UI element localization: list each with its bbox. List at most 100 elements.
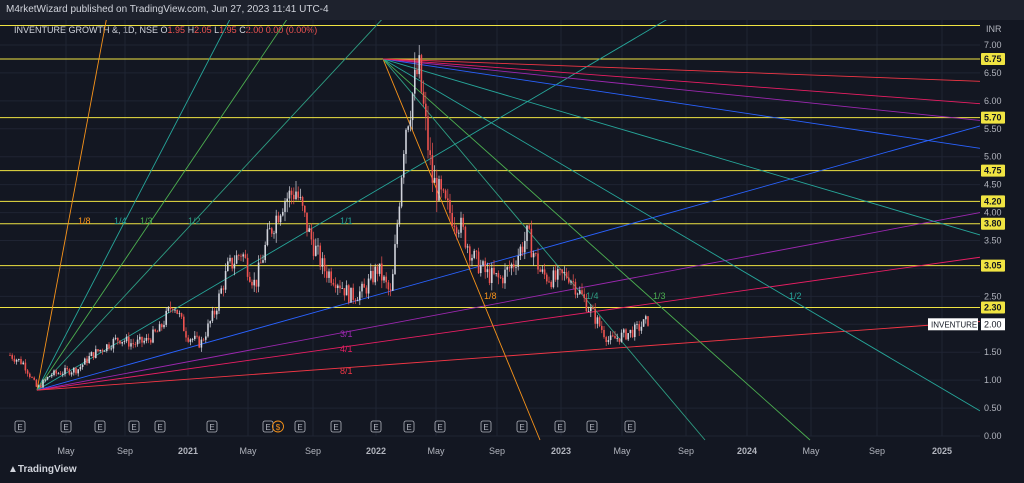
candle-body <box>343 288 346 296</box>
candle-body <box>471 257 473 261</box>
gann-fan-line <box>382 58 706 441</box>
candle-body <box>581 290 583 295</box>
candle-body <box>420 55 423 92</box>
candle-body <box>178 313 181 315</box>
candle-body <box>13 358 16 362</box>
candle-body <box>293 194 295 200</box>
candle-body <box>464 226 467 248</box>
candle-body <box>198 336 200 348</box>
price-chart[interactable]: 1/8 1/4 1/3 1/2 1/1 3/1 4/1 8/1 1/8 1/4 1/3 1/2 INR… <box>0 20 1024 458</box>
candle-body <box>299 197 302 198</box>
candle-body <box>22 362 24 365</box>
candle-body <box>568 277 570 283</box>
candle-body <box>330 271 332 283</box>
candle-body <box>466 246 469 248</box>
gann-fans <box>36 20 981 441</box>
candle-body <box>57 373 60 375</box>
candle-body <box>84 358 86 365</box>
price-tick-label: 1.00 <box>984 375 1002 385</box>
tradingview-logo[interactable]: ▲​ TradingView <box>8 464 77 475</box>
candle-body <box>627 333 629 340</box>
candle-body <box>623 329 625 333</box>
price-tick-label: 7.00 <box>984 40 1002 50</box>
gann-fan-line <box>382 58 981 105</box>
gann-fan-line <box>382 58 981 121</box>
candle-body <box>462 217 464 227</box>
candle-body <box>605 337 607 342</box>
earnings-marker-label: E <box>627 423 632 432</box>
fan-label-upper: 1/4 <box>586 291 599 301</box>
earnings-marker-label: E <box>373 423 378 432</box>
candle-body <box>398 206 401 225</box>
candle-body <box>345 285 348 296</box>
candle-body <box>376 266 379 274</box>
candle-body <box>134 344 137 345</box>
candle-body <box>337 285 339 288</box>
candle-body <box>95 349 97 358</box>
price-tick-label: 5.00 <box>984 152 1002 162</box>
gann-fan-line <box>382 58 981 149</box>
candle-body <box>535 253 537 255</box>
candle-body <box>37 385 40 387</box>
price-tick-label: 4.00 <box>984 208 1002 218</box>
candle-body <box>81 364 84 367</box>
candle-body <box>449 200 451 213</box>
candle-body <box>33 377 35 380</box>
candle-body <box>44 379 46 381</box>
fan-label-upper: 1/8 <box>484 291 497 301</box>
candle-body <box>139 336 141 340</box>
price-tick-label: 6.50 <box>984 68 1002 78</box>
price-level-label: 3.05 <box>984 261 1002 271</box>
candle-body <box>579 290 581 294</box>
candle-body <box>612 335 614 337</box>
candle-body <box>495 273 497 274</box>
time-tick-label: 2022 <box>366 446 386 456</box>
candle-body <box>172 308 174 310</box>
candle-body <box>381 263 383 281</box>
candle-body <box>475 250 478 252</box>
time-tick-label: 2023 <box>551 446 571 456</box>
candle-body <box>62 373 64 375</box>
candle-body <box>257 262 260 287</box>
candle-body <box>411 93 414 121</box>
candle-body <box>565 272 568 278</box>
candle-body <box>282 211 284 216</box>
candle-body <box>473 250 475 258</box>
candle-body <box>119 340 121 344</box>
candle-body <box>515 266 517 268</box>
candle-body <box>200 339 203 348</box>
candle-body <box>339 285 341 289</box>
candle-body <box>306 212 308 232</box>
candle-body <box>370 270 372 279</box>
gann-fan-line <box>36 20 107 391</box>
time-tick-label: 2021 <box>178 446 198 456</box>
candle-body <box>35 379 38 387</box>
candle-body <box>235 255 238 264</box>
candle-body <box>638 324 640 331</box>
candle-body <box>603 329 605 338</box>
candle-body <box>354 299 357 301</box>
footer <box>0 458 1024 483</box>
candle-body <box>284 201 286 212</box>
price-levels <box>0 24 980 309</box>
candle-body <box>378 263 381 274</box>
candle-body <box>510 264 513 269</box>
candle-body <box>517 255 519 267</box>
candle-body <box>145 337 148 341</box>
candle-body <box>455 227 458 234</box>
gann-fan-line <box>382 58 541 441</box>
candle-body <box>220 288 222 294</box>
candle-body <box>552 270 555 288</box>
candle-body <box>99 349 101 352</box>
candle-body <box>537 253 539 270</box>
candle-body <box>152 329 154 343</box>
currency-label: INR <box>986 24 1002 34</box>
candle-body <box>158 324 161 332</box>
candle-body <box>163 324 165 328</box>
earnings-marker-label: E <box>63 423 68 432</box>
candle-body <box>29 373 31 378</box>
candle-body <box>497 273 500 278</box>
candle-body <box>224 271 227 290</box>
candle-body <box>409 120 412 127</box>
candle-body <box>618 338 621 342</box>
